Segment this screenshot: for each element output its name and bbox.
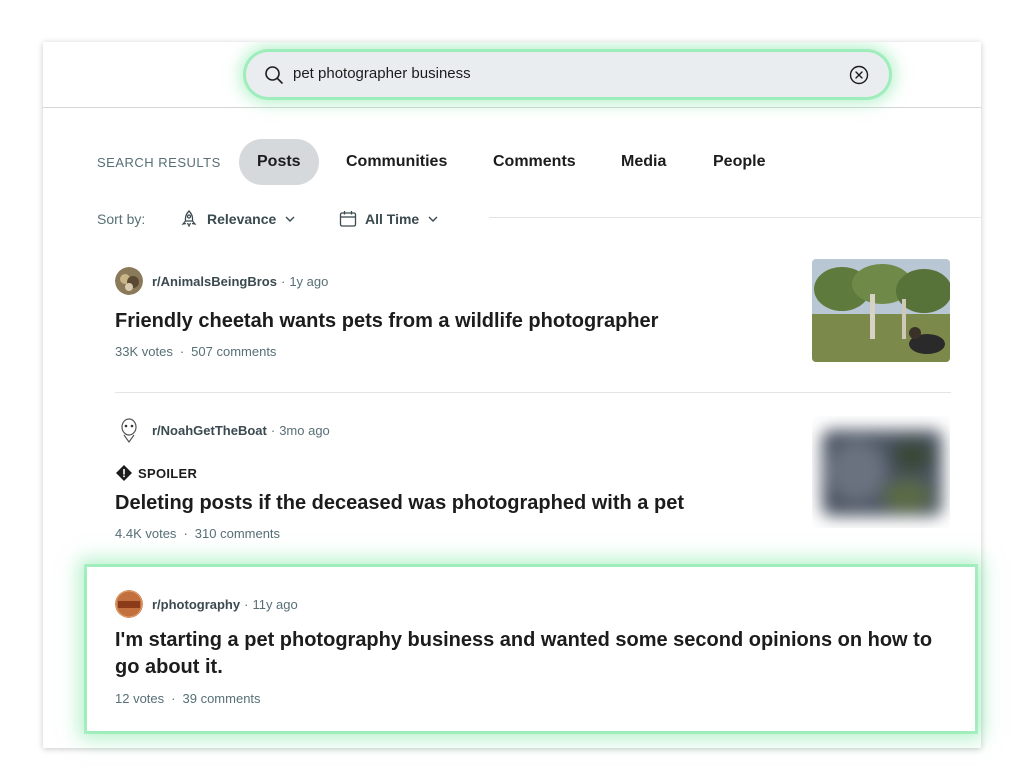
post-meta: r/AnimalsBeingBros · 1y ago xyxy=(115,267,328,295)
post-votes: 33K votes xyxy=(115,344,173,359)
post-comments[interactable]: 310 comments xyxy=(195,526,280,541)
search-results-label: SEARCH RESULTS xyxy=(97,155,221,170)
sort-time-dropdown[interactable]: All Time xyxy=(339,207,439,231)
tab-comments[interactable]: Comments xyxy=(475,139,594,185)
subreddit-link[interactable]: r/AnimalsBeingBros xyxy=(152,274,277,289)
results-tabs: SEARCH RESULTS Posts Communities Comment… xyxy=(43,139,981,185)
highlighted-post-card[interactable]: r/photography · 11y ago I'm starting a p… xyxy=(87,567,975,731)
post-title[interactable]: I'm starting a pet photography business … xyxy=(115,627,932,681)
tab-posts[interactable]: Posts xyxy=(239,139,319,185)
post-thumbnail-blurred[interactable] xyxy=(812,416,950,528)
post-age: 11y ago xyxy=(252,596,298,612)
post-age: 1y ago xyxy=(289,273,329,289)
post-result[interactable]: r/photography · 11y ago I'm starting a p… xyxy=(115,590,947,710)
blurred-spoiler-thumbnail xyxy=(812,416,950,528)
calendar-icon xyxy=(339,211,357,227)
subreddit-avatar-icon[interactable] xyxy=(115,267,143,295)
post-comments[interactable]: 507 comments xyxy=(191,344,276,359)
search-bar[interactable]: pet photographer business xyxy=(246,52,889,97)
post-title[interactable]: Deleting posts if the deceased was photo… xyxy=(115,490,684,517)
sort-time-label: All Time xyxy=(365,211,420,227)
post-meta: r/photography · 11y ago xyxy=(115,590,298,618)
search-icon xyxy=(265,66,283,84)
post-stats: 33K votes · 507 comments xyxy=(115,344,277,359)
meta-separator: · xyxy=(280,273,286,289)
post-divider xyxy=(115,392,951,393)
rocket-icon xyxy=(181,210,197,228)
spoiler-tag: SPOILER xyxy=(115,464,197,482)
spoiler-label: SPOILER xyxy=(138,465,198,481)
tab-people[interactable]: People xyxy=(695,139,783,185)
top-bar: pet photographer business xyxy=(43,42,981,108)
sort-row: Sort by: Relevance All Time xyxy=(43,205,981,233)
subreddit-link[interactable]: r/NoahGetTheBoat xyxy=(152,423,267,438)
chevron-down-icon xyxy=(285,216,295,222)
tab-media[interactable]: Media xyxy=(603,139,684,185)
subreddit-link[interactable]: r/photography xyxy=(152,597,240,612)
post-thumbnail[interactable] xyxy=(812,259,950,362)
sort-relevance-dropdown[interactable]: Relevance xyxy=(179,207,296,231)
post-stats: 12 votes · 39 comments xyxy=(115,691,261,706)
chevron-down-icon xyxy=(428,216,438,222)
post-stats: 4.4K votes · 310 comments xyxy=(115,526,281,541)
post-meta: r/NoahGetTheBoat · 3mo ago xyxy=(115,416,330,444)
tab-communities[interactable]: Communities xyxy=(328,139,465,185)
post-votes: 12 votes xyxy=(115,691,165,706)
sort-relevance-label: Relevance xyxy=(207,211,277,227)
spoiler-warning-icon xyxy=(116,465,132,481)
subreddit-avatar-icon[interactable] xyxy=(115,590,143,618)
meta-separator: · xyxy=(244,596,249,612)
post-title-line: go about it. xyxy=(115,656,223,678)
sort-divider xyxy=(489,217,981,218)
post-title-line: I'm starting a pet photography business … xyxy=(115,629,933,651)
cheetah-photo-thumbnail xyxy=(812,259,950,362)
post-title[interactable]: Friendly cheetah wants pets from a wildl… xyxy=(115,308,658,335)
meta-separator: · xyxy=(270,422,276,438)
search-input[interactable]: pet photographer business xyxy=(293,65,471,82)
sort-label: Sort by: xyxy=(97,211,146,227)
post-votes: 4.4K votes xyxy=(115,526,177,541)
subreddit-avatar-icon[interactable] xyxy=(115,416,143,444)
post-age: 3mo ago xyxy=(279,422,330,438)
post-comments[interactable]: 39 comments xyxy=(183,691,261,706)
clear-search-icon[interactable] xyxy=(849,65,869,85)
